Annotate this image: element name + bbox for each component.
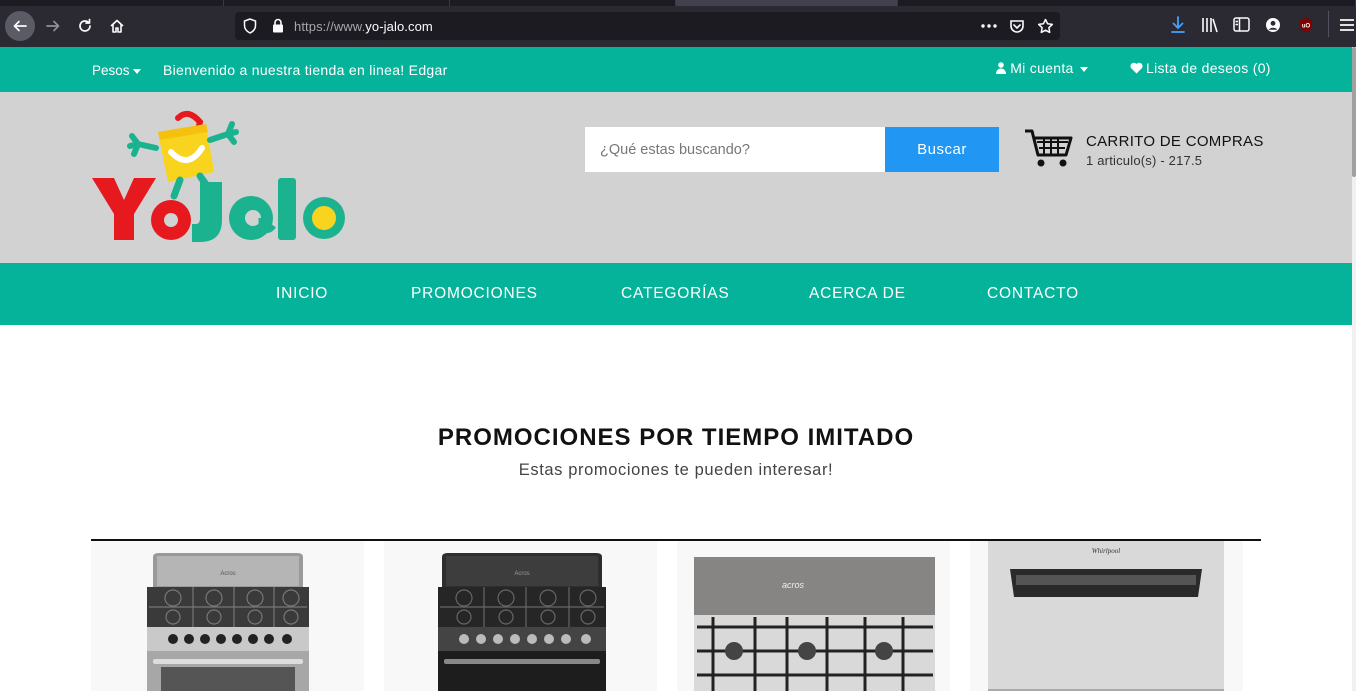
forward-button[interactable]	[39, 12, 67, 40]
browser-tab[interactable]	[0, 0, 224, 6]
main-nav: INICIO PROMOCIONES CATEGORÍAS ACERCA DE …	[0, 263, 1356, 325]
site-header: Buscar CARRITO DE COMPRAS 1 articulo(s) …	[0, 92, 1356, 263]
shield-icon[interactable]	[243, 18, 257, 34]
welcome-message: Bienvenido a nuestra tienda en linea! Ed…	[163, 62, 448, 78]
product-card[interactable]: Acros	[384, 541, 657, 691]
address-bar[interactable]: https://www.yo-jalo.com	[235, 12, 1060, 40]
browser-tab-active[interactable]	[676, 0, 898, 6]
toolbar-separator	[1328, 11, 1329, 37]
wishlist-link[interactable]: Lista de deseos (0)	[1130, 60, 1271, 76]
product-image-stove: Acros	[147, 553, 309, 691]
caret-down-icon	[1079, 66, 1088, 72]
bookmark-star-icon[interactable]	[1037, 18, 1054, 34]
browser-tab[interactable]	[224, 0, 450, 6]
nav-categorias[interactable]: CATEGORÍAS	[621, 285, 729, 303]
browser-toolbar: https://www.yo-jalo.com uO	[0, 0, 1356, 47]
currency-label: Pesos	[92, 63, 130, 78]
top-bar: Pesos Bienvenido a nuestra tienda en lin…	[0, 47, 1356, 92]
reload-button[interactable]	[71, 12, 99, 40]
product-image-stove: Acros	[438, 553, 606, 691]
cart-summary[interactable]: 1 articulo(s) - 217.5	[1086, 153, 1202, 168]
search-button[interactable]: Buscar	[885, 127, 999, 172]
account-icon[interactable]	[1265, 17, 1281, 33]
url-scheme: https://www.	[294, 19, 366, 34]
promotions-subtitle: Estas promociones te pueden interesar!	[518, 461, 834, 479]
product-image-refrigerator: Whirlpool	[988, 541, 1224, 691]
nav-promociones[interactable]: PROMOCIONES	[411, 285, 538, 303]
brand-mark: Acros	[220, 571, 235, 577]
browser-tab[interactable]	[450, 0, 676, 6]
shopping-cart-icon[interactable]	[1024, 128, 1074, 168]
lock-icon[interactable]	[272, 18, 284, 33]
brand-mark: Whirlpool	[1092, 547, 1120, 555]
library-icon[interactable]	[1201, 17, 1219, 33]
browser-tab[interactable]	[898, 0, 1356, 6]
home-button[interactable]	[103, 12, 131, 40]
promotions-title: PROMOCIONES POR TIEMPO IMITADO	[437, 424, 915, 451]
nav-inicio[interactable]: INICIO	[276, 285, 328, 303]
caret-down-icon	[132, 68, 141, 74]
brand-mark: Acros	[514, 571, 529, 577]
page-scrollbar[interactable]	[1352, 47, 1356, 691]
pocket-icon[interactable]	[1009, 18, 1025, 34]
arrow-left-icon	[13, 20, 27, 32]
home-icon	[110, 19, 124, 33]
heart-icon	[1130, 62, 1143, 74]
nav-acerca-de[interactable]: ACERCA DE	[809, 285, 906, 303]
yojalo-logo[interactable]	[88, 110, 350, 245]
ublock-icon[interactable]: uO	[1298, 17, 1314, 33]
url-host: yo-jalo.com	[365, 19, 433, 34]
cart-title[interactable]: CARRITO DE COMPRAS	[1086, 133, 1264, 150]
product-image-cooktop: acros	[694, 557, 935, 691]
search-input[interactable]	[585, 127, 885, 172]
account-dropdown[interactable]: Mi cuenta	[996, 60, 1088, 76]
arrow-right-icon	[46, 20, 60, 32]
more-actions-icon[interactable]	[981, 24, 997, 28]
user-icon	[996, 62, 1006, 74]
sidebar-icon[interactable]	[1233, 17, 1250, 32]
reload-icon	[79, 18, 91, 32]
url-text[interactable]: https://www.yo-jalo.com	[294, 19, 433, 34]
download-icon[interactable]	[1170, 16, 1186, 34]
currency-dropdown[interactable]: Pesos	[92, 63, 141, 78]
menu-icon[interactable]	[1339, 18, 1355, 32]
product-card[interactable]: Whirlpool	[970, 541, 1243, 691]
wishlist-label: Lista de deseos (0)	[1146, 60, 1271, 76]
product-card[interactable]: Acros	[91, 541, 364, 691]
product-card[interactable]: acros	[677, 541, 950, 691]
nav-contacto[interactable]: CONTACTO	[987, 285, 1079, 303]
back-button[interactable]	[5, 11, 35, 41]
tab-strip	[0, 0, 1356, 6]
account-label: Mi cuenta	[1010, 60, 1074, 76]
brand-mark: acros	[782, 580, 805, 590]
scrollbar-thumb[interactable]	[1352, 47, 1356, 177]
svg-text:uO: uO	[1302, 24, 1311, 30]
